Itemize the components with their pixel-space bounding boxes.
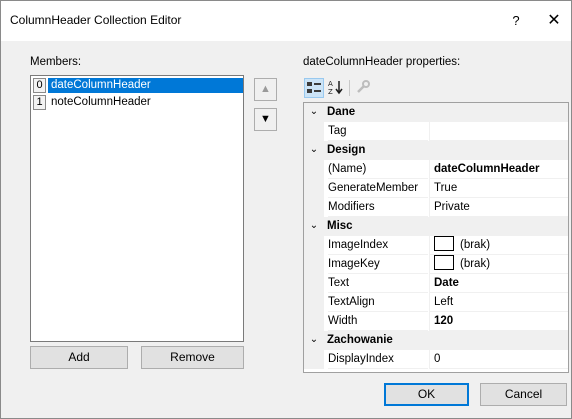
property-value[interactable] — [429, 122, 568, 141]
property-name: (Name) — [328, 160, 428, 179]
title-bar[interactable]: ColumnHeader Collection Editor ? ✕ — [1, 1, 571, 41]
property-value-text: (brak) — [460, 258, 491, 270]
member-item[interactable]: 1 noteColumnHeader — [33, 95, 245, 110]
property-name: Tag — [328, 122, 428, 141]
toolbar-separator — [349, 80, 350, 96]
property-name: ImageIndex — [328, 236, 428, 255]
category-row[interactable]: ⌄ Zachowanie — [304, 331, 568, 350]
property-name: TextAlign — [328, 293, 428, 312]
property-value-text: (brak) — [460, 239, 491, 251]
remove-button[interactable]: Remove — [141, 346, 244, 369]
property-name: ImageKey — [328, 255, 428, 274]
image-swatch-icon — [434, 255, 454, 271]
property-value[interactable]: Date — [429, 274, 568, 293]
property-name: GenerateMember — [328, 179, 428, 198]
member-index: 1 — [33, 95, 46, 110]
alphabetical-icon: A Z — [328, 80, 343, 96]
categorized-icon — [307, 82, 321, 93]
property-name: Modifiers — [328, 198, 428, 217]
property-value[interactable]: (brak) — [429, 236, 568, 255]
property-pages-button[interactable] — [354, 78, 374, 98]
cancel-button[interactable]: Cancel — [480, 383, 567, 406]
property-name: Width — [328, 312, 428, 331]
category-name: Misc — [327, 220, 353, 232]
chevron-down-icon[interactable]: ⌄ — [308, 334, 320, 346]
property-row[interactable]: (Name) dateColumnHeader — [304, 160, 568, 179]
property-row[interactable]: Width 120 — [304, 312, 568, 331]
close-button[interactable]: ✕ — [542, 9, 566, 33]
category-name: Zachowanie — [327, 334, 393, 346]
window-title: ColumnHeader Collection Editor — [10, 13, 182, 27]
member-name: noteColumnHeader — [51, 96, 151, 108]
property-grid[interactable]: ⌄ Dane Tag ⌄ Design (Name) dateColumnHea… — [303, 102, 569, 373]
move-down-button[interactable]: ▼ — [254, 108, 277, 131]
categorized-button[interactable] — [304, 78, 324, 98]
property-name: Text — [328, 274, 428, 293]
collection-editor-dialog: ColumnHeader Collection Editor ? ✕ Membe… — [0, 0, 572, 419]
properties-label: dateColumnHeader properties: — [303, 56, 461, 68]
category-row[interactable]: ⌄ Misc — [304, 217, 568, 236]
property-value[interactable]: dateColumnHeader — [429, 160, 568, 179]
move-up-button[interactable]: ▲ — [254, 78, 277, 101]
svg-text:A: A — [328, 80, 333, 88]
help-button[interactable]: ? — [506, 11, 526, 31]
property-row[interactable]: GenerateMember True — [304, 179, 568, 198]
chevron-down-icon[interactable]: ⌄ — [308, 220, 320, 232]
property-row[interactable]: ImageKey (brak) — [304, 255, 568, 274]
property-row[interactable]: TextAlign Left — [304, 293, 568, 312]
category-row[interactable]: ⌄ Dane — [304, 103, 568, 122]
svg-text:Z: Z — [328, 88, 333, 96]
property-value[interactable]: Private — [429, 198, 568, 217]
wrench-icon — [357, 80, 370, 93]
arrow-down-icon: ▼ — [260, 113, 271, 125]
member-name: dateColumnHeader — [48, 78, 243, 93]
member-item[interactable]: 0 dateColumnHeader — [33, 78, 245, 93]
members-label: Members: — [30, 56, 82, 68]
property-row[interactable]: Text Date — [304, 274, 568, 293]
members-list[interactable]: 0 dateColumnHeader 1 noteColumnHeader — [30, 75, 244, 342]
property-row[interactable]: ImageIndex (brak) — [304, 236, 568, 255]
category-name: Dane — [327, 106, 356, 118]
image-swatch-icon — [434, 236, 454, 252]
add-button[interactable]: Add — [30, 346, 128, 369]
property-row[interactable]: Modifiers Private — [304, 198, 568, 217]
property-value[interactable]: Left — [429, 293, 568, 312]
property-value[interactable]: 120 — [429, 312, 568, 331]
properties-toolbar: A Z — [304, 77, 384, 99]
property-name: DisplayIndex — [328, 350, 428, 369]
arrow-up-icon: ▲ — [260, 83, 271, 95]
property-row[interactable]: Tag — [304, 122, 568, 141]
ok-button[interactable]: OK — [384, 383, 469, 406]
category-row[interactable]: ⌄ Design — [304, 141, 568, 160]
chevron-down-icon[interactable]: ⌄ — [308, 144, 320, 156]
alphabetical-button[interactable]: A Z — [326, 78, 346, 98]
property-value[interactable]: 0 — [429, 350, 568, 369]
category-name: Design — [327, 144, 366, 156]
property-row[interactable]: DisplayIndex 0 — [304, 350, 568, 369]
property-value[interactable]: (brak) — [429, 255, 568, 274]
member-index: 0 — [33, 78, 46, 93]
property-value[interactable]: True — [429, 179, 568, 198]
chevron-down-icon[interactable]: ⌄ — [308, 106, 320, 118]
